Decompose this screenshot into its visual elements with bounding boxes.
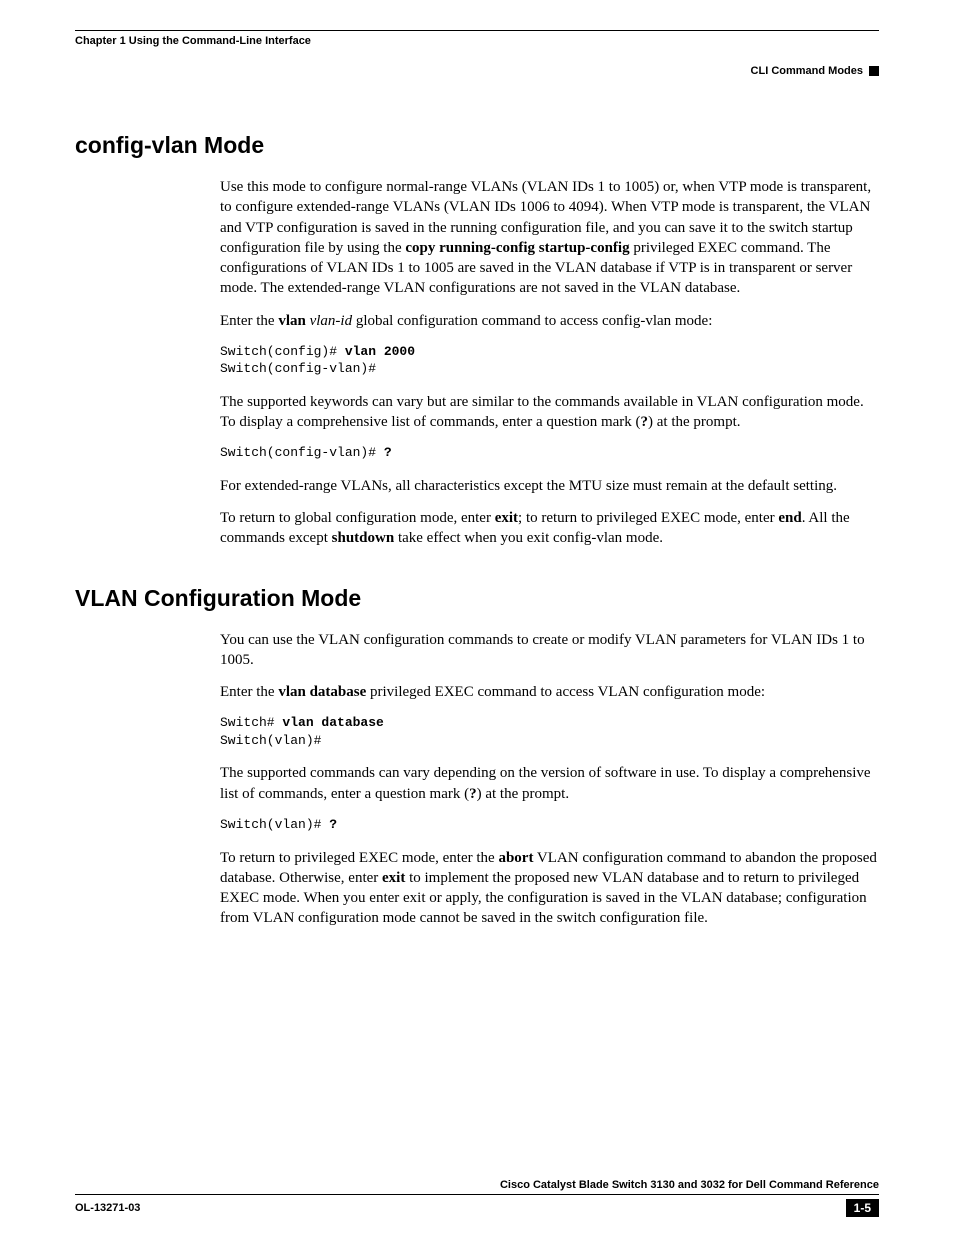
para-s1-p3: The supported keywords can vary but are … [220,392,879,433]
prompt: Switch(config-vlan)# [220,361,376,376]
question-mark: ? [469,786,477,802]
cmd-exit: exit [382,870,405,886]
text: ) at the prompt. [477,786,569,802]
text: privileged EXEC command to access VLAN c… [366,684,765,700]
code-block-s2-2: Switch(vlan)# ? [220,816,879,834]
header-marker-box [869,66,879,76]
text: take effect when you exit config-vlan mo… [394,530,663,546]
code-block-s1-1: Switch(config)# vlan 2000 Switch(config-… [220,343,879,378]
text: To return to global configuration mode, … [220,510,495,526]
para-s1-p4: For extended-range VLANs, all characteri… [220,476,879,496]
cmd-vlan: vlan [278,313,306,329]
cmd-question: ? [329,817,337,832]
prompt: Switch# [220,715,282,730]
header-section-wrap: CLI Command Modes [75,65,879,77]
para-s2-p2: Enter the vlan database privileged EXEC … [220,682,879,702]
cmd-vlan-database-code: vlan database [282,715,383,730]
code-block-s1-2: Switch(config-vlan)# ? [220,444,879,462]
page-footer: Cisco Catalyst Blade Switch 3130 and 303… [75,1179,879,1217]
text: To return to privileged EXEC mode, enter… [220,850,498,866]
para-s2-p3: The supported commands can vary dependin… [220,763,879,804]
text: ; to return to privileged EXEC mode, ent… [518,510,778,526]
para-s1-p5: To return to global configuration mode, … [220,508,879,549]
cmd-copy-running-config: copy running-config startup-config [405,240,629,256]
page-number: 1-5 [846,1199,879,1217]
question-mark: ? [641,414,649,430]
prompt: Switch(vlan)# [220,817,329,832]
heading-config-vlan-mode: config-vlan Mode [75,132,879,159]
para-s1-p2: Enter the vlan vlan-id global configurat… [220,311,879,331]
header-section: CLI Command Modes [751,65,863,77]
cmd-vlan-database: vlan database [278,684,366,700]
footer-title: Cisco Catalyst Blade Switch 3130 and 303… [75,1179,879,1195]
text: global configuration command to access c… [352,313,712,329]
text: ) at the prompt. [648,414,740,430]
prompt: Switch(vlan)# [220,733,321,748]
cmd-end: end [778,510,801,526]
cmd-question: ? [384,445,392,460]
arg-vlan-id: vlan-id [310,313,353,329]
para-s2-p4: To return to privileged EXEC mode, enter… [220,848,879,929]
text: The supported keywords can vary but are … [220,394,864,430]
page-header: Chapter 1 Using the Command-Line Interfa… [75,30,879,47]
para-s2-p1: You can use the VLAN configuration comma… [220,630,879,671]
para-s1-p1: Use this mode to configure normal-range … [220,177,879,299]
prompt: Switch(config-vlan)# [220,445,384,460]
footer-ol-number: OL-13271-03 [75,1202,140,1214]
cmd-abort: abort [498,850,533,866]
cmd-shutdown: shutdown [332,530,395,546]
prompt: Switch(config)# [220,344,345,359]
code-block-s2-1: Switch# vlan database Switch(vlan)# [220,714,879,749]
cmd-vlan-2000: vlan 2000 [345,344,415,359]
heading-vlan-configuration-mode: VLAN Configuration Mode [75,585,879,612]
header-chapter: Chapter 1 Using the Command-Line Interfa… [75,35,311,47]
text: Enter the [220,684,278,700]
cmd-exit: exit [495,510,518,526]
text: Enter the [220,313,278,329]
